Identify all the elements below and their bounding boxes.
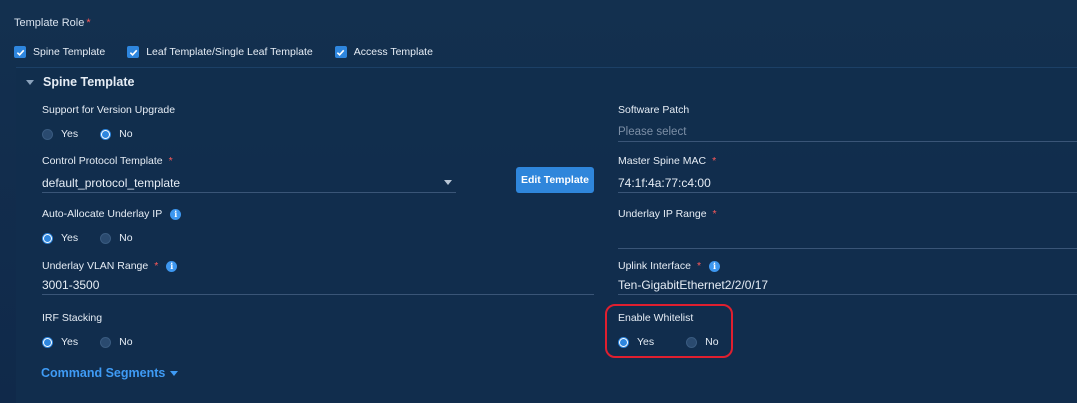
master-spine-mac-input[interactable]: 74:1f:4a:77:c4:00 bbox=[618, 173, 1077, 193]
auto-allocate-no-radio[interactable]: No bbox=[100, 232, 133, 244]
info-icon[interactable]: i bbox=[170, 208, 182, 220]
panel-title: Spine Template bbox=[43, 75, 135, 89]
info-icon[interactable]: i bbox=[709, 260, 721, 272]
version-upgrade-no-radio[interactable]: No bbox=[100, 128, 133, 140]
master-spine-mac-field: Master Spine MAC * 74:1f:4a:77:c4:00 bbox=[618, 155, 1077, 193]
uplink-interface-field: Uplink Interface * i Ten-GigabitEthernet2… bbox=[618, 260, 1077, 295]
spine-template-checkbox[interactable]: Spine Template bbox=[14, 46, 105, 58]
check-icon bbox=[334, 46, 347, 58]
auto-allocate-yes-radio[interactable]: Yes bbox=[42, 232, 78, 244]
underlay-ip-range-field: Underlay IP Range * bbox=[618, 208, 1077, 249]
underlay-vlan-field: Underlay VLAN Range * i 3001-3500 bbox=[42, 260, 594, 295]
irf-stacking-yes-radio[interactable]: Yes bbox=[42, 336, 78, 348]
command-segments-link[interactable]: Command Segments bbox=[41, 366, 179, 380]
chevron-down-icon bbox=[26, 79, 34, 85]
leaf-template-checkbox[interactable]: Leaf Template/Single Leaf Template bbox=[127, 46, 313, 58]
spine-template-toggle[interactable]: Spine Template bbox=[26, 75, 134, 89]
check-icon bbox=[127, 46, 140, 58]
access-template-checkbox[interactable]: Access Template bbox=[334, 46, 433, 58]
underlay-ip-range-input[interactable] bbox=[618, 229, 1077, 249]
auto-allocate-field: Auto-Allocate Underlay IP i Yes No bbox=[42, 208, 182, 244]
control-protocol-field: Control Protocol Template * default_proto… bbox=[42, 155, 456, 193]
template-role-label: Template Role * bbox=[14, 17, 91, 29]
software-patch-field: Software Patch Please select bbox=[618, 104, 1077, 142]
spine-template-config-page: Template Role * Spine Template Leaf Templ… bbox=[0, 0, 1077, 403]
control-protocol-select[interactable]: default_protocol_template bbox=[42, 173, 456, 193]
software-patch-select[interactable]: Please select bbox=[618, 122, 1077, 142]
version-upgrade-field: Support for Version Upgrade Yes No bbox=[42, 104, 176, 140]
uplink-interface-input[interactable]: Ten-GigabitEthernet2/2/0/17 bbox=[618, 275, 1077, 295]
whitelist-highlight-annotation bbox=[605, 304, 733, 358]
irf-stacking-no-radio[interactable]: No bbox=[100, 336, 133, 348]
chevron-down-icon bbox=[444, 180, 452, 185]
underlay-vlan-input[interactable]: 3001-3500 bbox=[42, 275, 594, 295]
info-icon[interactable]: i bbox=[166, 260, 178, 272]
chevron-down-icon bbox=[170, 370, 179, 376]
version-upgrade-yes-radio[interactable]: Yes bbox=[42, 128, 78, 140]
check-icon bbox=[14, 46, 26, 58]
irf-stacking-field: IRF Stacking Yes No bbox=[42, 312, 133, 348]
template-role-options: Spine Template Leaf Template/Single Leaf… bbox=[14, 46, 433, 58]
edit-template-button[interactable]: Edit Template bbox=[516, 167, 594, 193]
